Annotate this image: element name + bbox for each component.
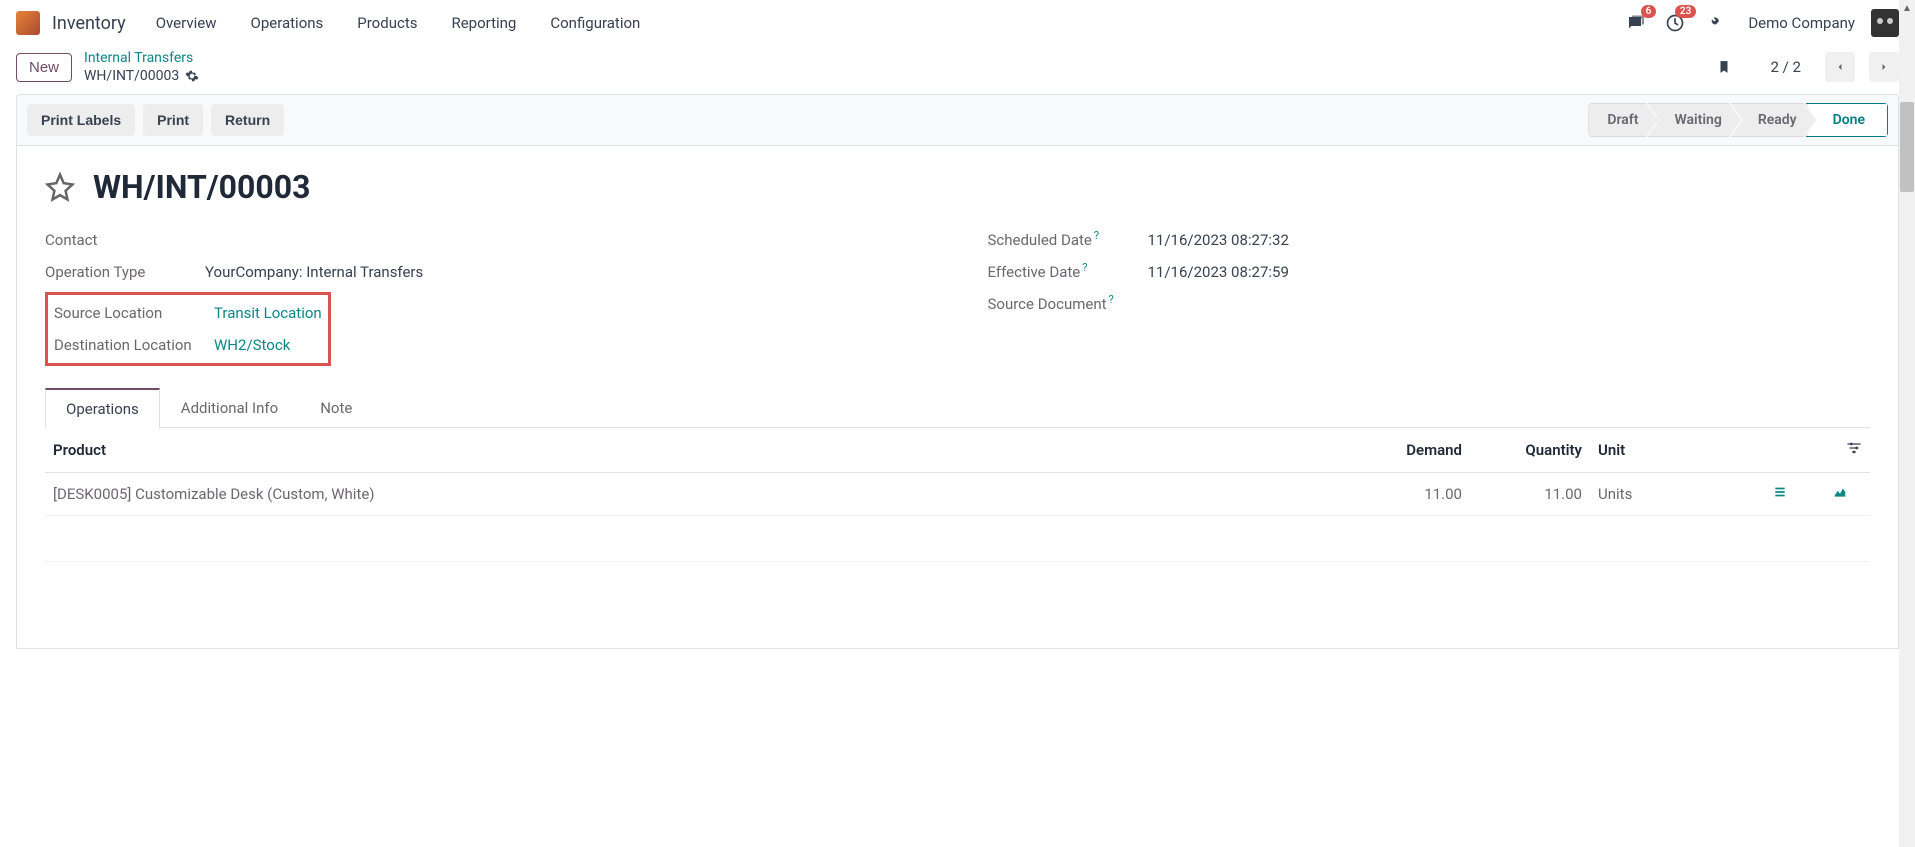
status-pipe: Draft Waiting Ready Done — [1588, 103, 1888, 137]
nav-operations[interactable]: Operations — [237, 8, 338, 38]
messages-icon[interactable]: 6 — [1622, 10, 1648, 36]
operations-table: Product Demand Quantity Unit [DESK0005] … — [45, 428, 1870, 608]
help-icon[interactable]: ? — [1082, 261, 1087, 274]
source-document-label: Source Document? — [988, 295, 1148, 313]
bookmark-icon[interactable] — [1717, 58, 1731, 76]
status-waiting: Waiting — [1647, 103, 1740, 137]
pager-prev-button[interactable] — [1825, 52, 1855, 82]
help-icon[interactable]: ? — [1109, 293, 1114, 306]
operation-type-value: YourCompany: Internal Transfers — [205, 263, 423, 281]
col-unit[interactable]: Unit — [1590, 428, 1750, 473]
print-labels-button[interactable]: Print Labels — [27, 104, 135, 136]
crumbbar: New Internal Transfers WH/INT/00003 2 / … — [0, 46, 1915, 94]
star-icon[interactable] — [45, 172, 75, 202]
scroll-thumb[interactable] — [1900, 102, 1914, 192]
pager-next-button[interactable] — [1869, 52, 1899, 82]
cell-demand: 11.00 — [1330, 473, 1470, 516]
new-button[interactable]: New — [16, 53, 72, 82]
col-quantity[interactable]: Quantity — [1470, 428, 1590, 473]
table-row-empty — [45, 562, 1870, 608]
table-row[interactable]: [DESK0005] Customizable Desk (Custom, Wh… — [45, 473, 1870, 516]
col-product[interactable]: Product — [45, 428, 1330, 473]
forecast-icon[interactable] — [1831, 485, 1849, 503]
destination-location-value[interactable]: WH2/Stock — [214, 336, 290, 354]
scheduled-date-value[interactable]: 11/16/2023 08:27:32 — [1148, 231, 1289, 249]
page-title: WH/INT/00003 — [93, 168, 310, 206]
avatar[interactable] — [1871, 9, 1899, 37]
breadcrumb-current: WH/INT/00003 — [84, 68, 179, 84]
source-location-value[interactable]: Transit Location — [214, 304, 322, 322]
print-button[interactable]: Print — [143, 104, 203, 136]
status-draft: Draft — [1588, 103, 1657, 137]
breadcrumb-parent[interactable]: Internal Transfers — [84, 50, 199, 66]
nav-reporting[interactable]: Reporting — [437, 8, 530, 38]
scrollbar[interactable]: ▲ — [1899, 0, 1915, 847]
formsheet: WH/INT/00003 Contact Operation Type Your… — [16, 146, 1899, 649]
col-demand[interactable]: Demand — [1330, 428, 1470, 473]
adjust-columns-icon[interactable] — [1846, 440, 1862, 460]
actionbar: Print Labels Print Return Draft Waiting … — [16, 94, 1899, 146]
messages-badge: 6 — [1641, 5, 1657, 18]
tab-additional-info[interactable]: Additional Info — [160, 388, 299, 427]
highlight-box: Source Location Transit Location Destina… — [45, 292, 331, 366]
activities-icon[interactable]: 23 — [1662, 10, 1688, 36]
tab-note[interactable]: Note — [299, 388, 373, 427]
activities-badge: 23 — [1675, 5, 1696, 18]
help-icon[interactable]: ? — [1094, 229, 1099, 242]
status-ready: Ready — [1731, 103, 1816, 137]
destination-location-label: Destination Location — [54, 336, 214, 354]
list-icon[interactable] — [1771, 485, 1789, 503]
nav-configuration[interactable]: Configuration — [536, 8, 654, 38]
nav-overview[interactable]: Overview — [142, 8, 231, 38]
effective-date-label: Effective Date? — [988, 263, 1148, 281]
operation-type-label: Operation Type — [45, 263, 205, 281]
gear-icon[interactable] — [185, 69, 199, 83]
nav-products[interactable]: Products — [343, 8, 431, 38]
topbar: Inventory Overview Operations Products R… — [0, 0, 1915, 46]
app-name[interactable]: Inventory — [52, 13, 126, 34]
cell-product[interactable]: [DESK0005] Customizable Desk (Custom, Wh… — [45, 473, 1330, 516]
cell-quantity: 11.00 — [1470, 473, 1590, 516]
return-button[interactable]: Return — [211, 104, 284, 136]
scroll-up-icon[interactable]: ▲ — [1899, 0, 1915, 16]
scheduled-date-label: Scheduled Date? — [988, 231, 1148, 249]
pager-text[interactable]: 2 / 2 — [1771, 58, 1802, 76]
effective-date-value: 11/16/2023 08:27:59 — [1148, 263, 1289, 281]
table-row-empty — [45, 516, 1870, 562]
status-done: Done — [1806, 103, 1888, 137]
tools-icon[interactable] — [1702, 10, 1728, 36]
app-icon[interactable] — [16, 11, 40, 35]
source-location-label: Source Location — [54, 304, 214, 322]
cell-unit: Units — [1590, 473, 1750, 516]
company-name[interactable]: Demo Company — [1748, 14, 1855, 32]
contact-label: Contact — [45, 231, 205, 249]
tabs: Operations Additional Info Note — [45, 388, 1870, 428]
tab-operations[interactable]: Operations — [45, 388, 160, 428]
